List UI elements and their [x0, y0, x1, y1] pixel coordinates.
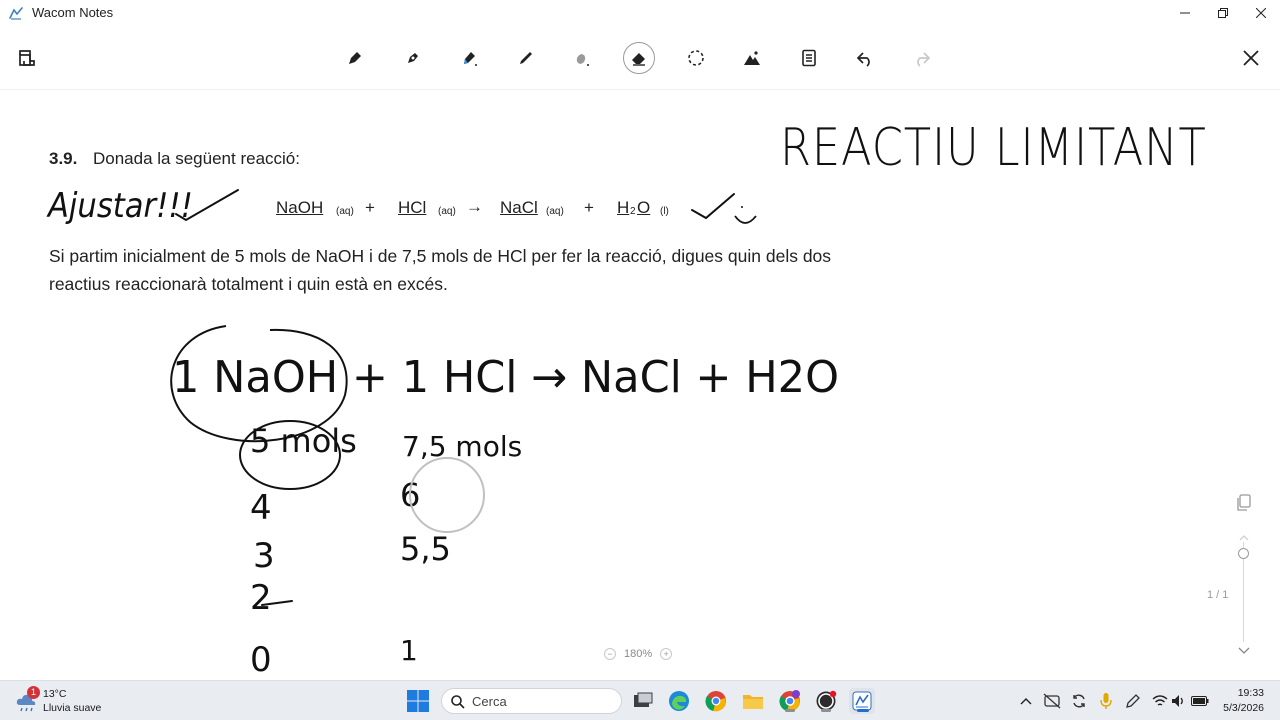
zoom-in-button[interactable]: +	[660, 648, 673, 660]
marker-icon	[576, 54, 589, 66]
fullscreen-button[interactable]	[11, 42, 43, 74]
circle-around-5-mols-ink	[239, 420, 341, 490]
zoom-level: 180%	[624, 648, 653, 660]
undo-button[interactable]	[849, 42, 881, 74]
chevron-up-icon	[1020, 698, 1032, 705]
taskbar-search[interactable]: Cerca	[441, 688, 622, 714]
insert-image-icon	[744, 51, 760, 65]
chevron-up-icon[interactable]	[1238, 534, 1250, 542]
pen-menu-button[interactable]	[1124, 692, 1142, 710]
layout-icon	[802, 49, 816, 67]
zoom-control: − 180% +	[604, 646, 673, 662]
lasso-icon	[688, 50, 704, 66]
close-icon	[1256, 8, 1266, 18]
minimize-button[interactable]	[1166, 0, 1204, 26]
chrome-button[interactable]	[703, 688, 729, 714]
obs-button[interactable]	[813, 688, 839, 714]
insert-image-button[interactable]	[736, 42, 768, 74]
eraser-tool[interactable]	[623, 42, 655, 74]
maximize-button[interactable]	[1204, 0, 1242, 26]
pencil-icon	[520, 52, 532, 64]
pen-tool[interactable]	[339, 42, 371, 74]
smiley-ink	[734, 215, 757, 224]
undo-icon	[856, 52, 870, 67]
task-view-icon	[634, 692, 653, 707]
marker-tool[interactable]	[566, 42, 598, 74]
minimize-icon	[1180, 12, 1190, 14]
tray-overflow-button[interactable]	[1017, 692, 1035, 710]
check-mark-ink	[175, 189, 239, 222]
lasso-tool[interactable]	[680, 42, 712, 74]
check-mark-ink	[691, 193, 735, 220]
window-title: Wacom Notes	[32, 5, 114, 20]
search-icon	[451, 695, 465, 709]
circle-around-naoh-ink	[170, 325, 348, 443]
dash-ink	[261, 600, 293, 606]
microphone-button[interactable]	[1097, 692, 1115, 710]
search-placeholder: Cerca	[472, 694, 507, 709]
clock-date[interactable]: 5/3/2026	[1210, 702, 1264, 714]
brush-tool[interactable]	[397, 42, 429, 74]
edge-button[interactable]	[666, 688, 692, 714]
redo-icon	[917, 52, 931, 67]
pen-icon	[1126, 694, 1140, 708]
chrome-profile-button[interactable]	[777, 688, 803, 714]
close-icon	[1243, 50, 1259, 66]
running-indicator	[785, 709, 795, 712]
close-window-button[interactable]	[1242, 0, 1280, 26]
weather-notification-badge: 1	[27, 686, 40, 699]
clock-time[interactable]: 19:33	[1218, 687, 1264, 699]
wifi-button[interactable]	[1151, 692, 1169, 710]
wacom-notes-taskbar-button[interactable]	[849, 688, 875, 714]
zoom-out-button[interactable]: −	[604, 648, 616, 660]
eraser-cursor	[409, 457, 485, 533]
page-indicator: 1 / 1	[1207, 589, 1229, 601]
windows-start-icon[interactable]	[406, 689, 430, 713]
wacom-notes-app-icon	[9, 7, 23, 20]
file-explorer-button[interactable]	[740, 688, 766, 714]
taskbar: 1 13°C Lluvia suave Cerca 19:33 5/3/2026	[0, 680, 1280, 720]
edge-icon	[669, 691, 689, 711]
weather-temperature[interactable]: 13°C	[43, 688, 66, 700]
weather-description[interactable]: Lluvia suave	[43, 702, 101, 714]
copy-page-icon[interactable]	[1236, 494, 1252, 512]
ink-strokes	[170, 189, 757, 606]
volume-icon	[1172, 695, 1183, 707]
pencil-tool[interactable]	[510, 42, 542, 74]
brush-icon	[408, 53, 418, 63]
task-view-button[interactable]	[630, 688, 656, 714]
running-indicator	[857, 709, 869, 712]
highlighter-icon	[464, 52, 477, 66]
chrome-icon	[705, 691, 726, 712]
battery-button[interactable]	[1191, 692, 1209, 710]
toolbar	[0, 26, 1280, 90]
microphone-icon	[1100, 693, 1112, 709]
running-indicator	[821, 709, 831, 712]
pen-icon	[349, 52, 361, 64]
title-bar: Wacom Notes	[0, 0, 1280, 26]
highlighter-tool[interactable]	[453, 42, 485, 74]
sync-button[interactable]	[1070, 692, 1088, 710]
no-location-icon	[1043, 693, 1061, 709]
redo-button[interactable]	[906, 42, 938, 74]
smiley-ink	[741, 206, 743, 208]
layout-button[interactable]	[793, 42, 825, 74]
file-explorer-icon	[743, 695, 763, 709]
location-off-button[interactable]	[1043, 692, 1061, 710]
fullscreen-icon	[19, 50, 35, 66]
sync-icon	[1073, 694, 1085, 708]
wifi-icon	[1152, 695, 1168, 706]
volume-button[interactable]	[1170, 692, 1188, 710]
battery-icon	[1191, 696, 1209, 706]
page-scrollbar-thumb[interactable]	[1238, 548, 1249, 559]
restore-icon	[1218, 8, 1228, 18]
eraser-icon	[632, 53, 645, 66]
chevron-down-icon[interactable]	[1237, 646, 1251, 654]
note-canvas[interactable]: 3.9. Donada la següent reacció: NaOH (aq…	[0, 90, 1280, 680]
close-note-button[interactable]	[1235, 42, 1267, 74]
